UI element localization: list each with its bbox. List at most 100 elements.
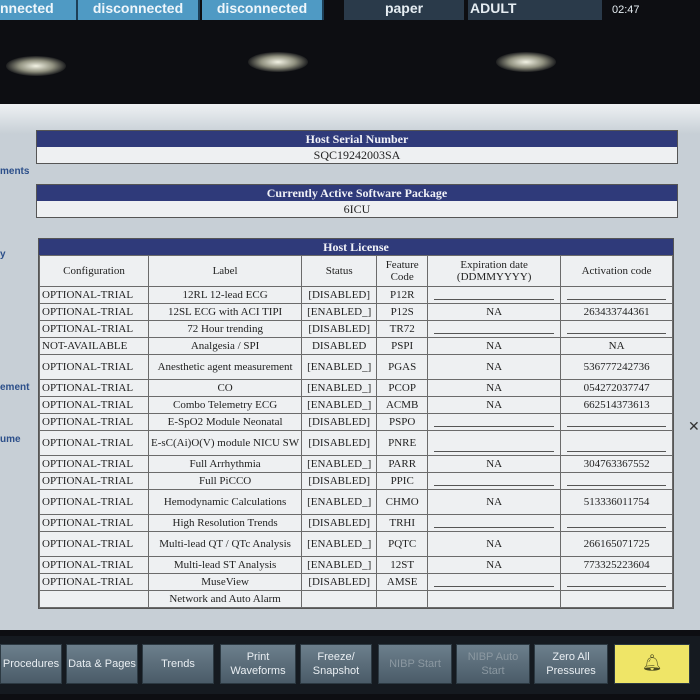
table-row[interactable]: OPTIONAL-TRIAL Combo Telemetry ECG [ENABLE… [39, 396, 673, 414]
table-row[interactable]: OPTIONAL-TRIAL Multi-lead ST Analysis [ENA… [39, 556, 673, 574]
feature-code-cell: PARR [376, 455, 429, 473]
license-title: Host License [39, 239, 673, 255]
configuration-cell: OPTIONAL-TRIAL [39, 455, 149, 473]
feature-code-cell: PSPI [376, 337, 429, 355]
tab-connection-1[interactable]: nnected [0, 0, 78, 20]
table-row[interactable]: OPTIONAL-TRIAL Full Arrhythmia [ENABLED_] P… [39, 455, 673, 473]
configuration-cell: OPTIONAL-TRIAL [39, 556, 149, 574]
label-cell: 12RL 12-lead ECG [147, 286, 303, 304]
status-cell: [ENABLED_] [301, 303, 378, 321]
table-row[interactable]: OPTIONAL-TRIAL 72 Hour trending [DISABLED]… [39, 320, 673, 338]
table-row[interactable]: OPTIONAL-TRIAL 12SL ECG with ACI TIPI [ENA… [39, 303, 673, 321]
expiration-cell: NA [427, 337, 562, 355]
label-cell: E-SpO2 Module Neonatal [147, 413, 303, 431]
expiration-cell: NA [427, 379, 562, 397]
side-label: y [0, 249, 6, 260]
configuration-cell: OPTIONAL-TRIAL [39, 489, 149, 515]
glare [496, 52, 556, 72]
activation-cell [560, 573, 673, 591]
status-cell: [ENABLED_] [301, 489, 378, 515]
column-header: Status [301, 255, 378, 287]
table-row[interactable]: OPTIONAL-TRIAL E-SpO2 Module Neonatal [DIS… [39, 413, 673, 431]
expiration-cell [427, 590, 562, 608]
feature-code-cell: TRHI [376, 514, 429, 532]
status-cell: [ENABLED_] [301, 354, 378, 380]
table-row[interactable]: OPTIONAL-TRIAL CO [ENABLED_] PCOP NA 05427203… [39, 379, 673, 397]
activation-cell [560, 590, 673, 608]
label-cell: Full PiCCO [147, 472, 303, 490]
activation-cell: NA [560, 337, 673, 355]
label-cell: Analgesia / SPI [147, 337, 303, 355]
zero-all-pressures-button[interactable]: Zero All Pressures [534, 644, 608, 684]
nibp-auto-start-button[interactable]: NIBP Auto Start [456, 644, 530, 684]
patient-category[interactable]: ADULT [468, 0, 602, 20]
configuration-cell: OPTIONAL-TRIAL [39, 379, 149, 397]
configuration-cell: OPTIONAL-TRIAL [39, 354, 149, 380]
feature-code-cell: 12ST [376, 556, 429, 574]
expiration-cell [427, 413, 562, 431]
label-cell: Hemodynamic Calculations [147, 489, 303, 515]
procedures-button[interactable]: Procedures [0, 644, 62, 684]
alarm-bell-icon[interactable]: 🔔︎ [614, 644, 690, 684]
expiration-cell [427, 320, 562, 338]
close-icon[interactable]: ✕ [688, 418, 700, 435]
status-cell: [ENABLED_] [301, 379, 378, 397]
configuration-cell: OPTIONAL-TRIAL [39, 531, 149, 557]
table-row[interactable]: OPTIONAL-TRIAL 12RL 12-lead ECG [DISABLED]… [39, 286, 673, 304]
configuration-cell: OPTIONAL-TRIAL [39, 472, 149, 490]
feature-code-cell [376, 590, 429, 608]
glare [6, 56, 66, 76]
serial-value: SQC19242003SA [313, 148, 401, 162]
print-waveforms-button[interactable]: Print Waveforms [220, 644, 296, 684]
table-row[interactable]: OPTIONAL-TRIAL E-sC(Ai)O(V) module NICU S… [39, 430, 673, 456]
software-value: 6ICU [343, 202, 371, 216]
status-cell: [DISABLED] [301, 514, 378, 532]
configuration-cell: OPTIONAL-TRIAL [39, 573, 149, 591]
glare [248, 52, 308, 72]
status-cell: [ENABLED_] [301, 531, 378, 557]
license-panel: Host License Configuration Label Status … [38, 238, 674, 609]
configuration-cell: OPTIONAL-TRIAL [39, 286, 149, 304]
tab-connection-3[interactable]: disconnected [202, 0, 324, 20]
trends-button[interactable]: Trends [142, 644, 214, 684]
table-row[interactable]: OPTIONAL-TRIAL MuseView [DISABLED] AMSE [39, 573, 673, 591]
configuration-cell: OPTIONAL-TRIAL [39, 514, 149, 532]
activation-cell: 773325223604 [560, 556, 673, 574]
freeze-snapshot-button[interactable]: Freeze/ Snapshot [300, 644, 372, 684]
status-cell: DISABLED [301, 337, 378, 355]
side-label: ement [0, 382, 30, 393]
activation-cell: 263433744361 [560, 303, 673, 321]
table-row[interactable]: Network and Auto Alarm [39, 590, 673, 608]
expiration-cell: NA [427, 489, 562, 515]
table-row[interactable]: NOT-AVAILABLE Analgesia / SPI DISABLED PSPI… [39, 337, 673, 355]
configuration-cell: OPTIONAL-TRIAL [39, 430, 149, 456]
label-cell: Combo Telemetry ECG [147, 396, 303, 414]
label-cell: Anesthetic agent measurement [147, 354, 303, 380]
expiration-cell [427, 472, 562, 490]
nibp-start-button[interactable]: NIBP Start [378, 644, 452, 684]
activation-cell: 536777242736 [560, 354, 673, 380]
feature-code-cell: TR72 [376, 320, 429, 338]
activation-cell [560, 472, 673, 490]
configuration-cell: OPTIONAL-TRIAL [39, 413, 149, 431]
paper-button[interactable]: paper [344, 0, 464, 20]
table-row[interactable]: OPTIONAL-TRIAL Multi-lead QT / QTc Analys… [39, 531, 673, 557]
label-cell: CO [147, 379, 303, 397]
feature-code-cell: PSPO [376, 413, 429, 431]
software-title: Currently Active Software Package [37, 185, 677, 201]
feature-code-cell: P12S [376, 303, 429, 321]
table-row[interactable]: OPTIONAL-TRIAL Hemodynamic Calculations [E… [39, 489, 673, 515]
table-row[interactable]: OPTIONAL-TRIAL High Resolution Trends [DIS… [39, 514, 673, 532]
configuration-cell: OPTIONAL-TRIAL [39, 320, 149, 338]
expiration-cell [427, 573, 562, 591]
expiration-cell [427, 286, 562, 304]
tab-connection-2[interactable]: disconnected [78, 0, 200, 20]
expiration-cell [427, 514, 562, 532]
table-row[interactable]: OPTIONAL-TRIAL Full PiCCO [DISABLED] PPIC [39, 472, 673, 490]
table-row[interactable]: OPTIONAL-TRIAL Anesthetic agent measureme… [39, 354, 673, 380]
activation-cell: 304763367552 [560, 455, 673, 473]
side-label: ume [0, 434, 21, 445]
status-cell: [ENABLED_] [301, 455, 378, 473]
data-pages-button[interactable]: Data & Pages [66, 644, 138, 684]
activation-cell [560, 514, 673, 532]
